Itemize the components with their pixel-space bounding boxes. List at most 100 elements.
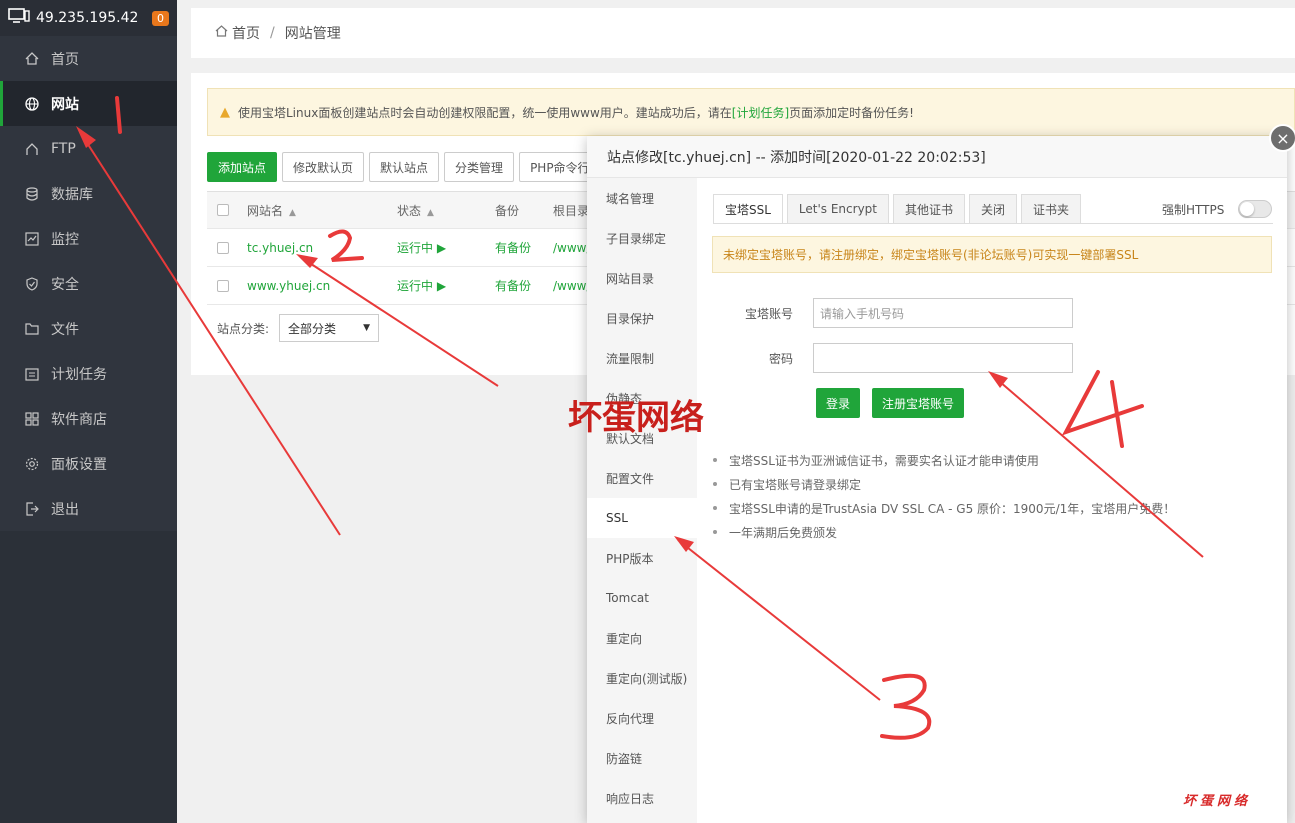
password-row: 密码 [713,343,1073,373]
modal-nav-item[interactable]: 反向代理 [587,698,697,738]
modal-nav-item[interactable]: PHP版本 [587,538,697,578]
list-item: 已有宝塔账号请登录绑定 [713,472,1175,496]
cron-link[interactable]: [计划任务] [732,104,789,121]
modal-nav-item[interactable]: 目录保护 [587,298,697,338]
sidebar-item-10[interactable]: 退出 [0,486,177,531]
sidebar-item-6[interactable]: 文件 [0,306,177,351]
col-status[interactable]: 状态 ▲ [397,202,495,219]
sidebar-item-0[interactable]: 首页 [0,36,177,81]
sidebar-item-9[interactable]: 面板设置 [0,441,177,486]
account-row: 宝塔账号 请输入手机号码 [713,298,1073,328]
modal-nav-item[interactable]: 重定向 [587,618,697,658]
sort-icon: ▲ [289,207,296,218]
tab-cert-folder[interactable]: 证书夹 [1021,194,1082,224]
col-name[interactable]: 网站名 ▲ [247,202,397,219]
modal-nav-item[interactable]: 配置文件 [587,458,697,498]
tab-other-cert[interactable]: 其他证书 [893,194,966,224]
row-checkbox[interactable] [217,279,229,292]
ssl-notes: 宝塔SSL证书为亚洲诚信证书，需要实名认证才能申请使用 已有宝塔账号请登录绑定 … [713,448,1175,544]
password-label: 密码 [768,351,793,366]
password-input[interactable] [813,343,1073,373]
sidebar-item-label: 计划任务 [51,366,107,383]
site-status[interactable]: 运行中 ▶ [397,239,495,256]
modal-nav-item[interactable]: 响应日志 [587,778,697,818]
site-name-link[interactable]: www.yhuej.cn [247,279,397,293]
site-name-link[interactable]: tc.yhuej.cn [247,241,397,255]
add-site-button[interactable]: 添加站点 [207,152,278,182]
ssl-warning: 未绑定宝塔账号，请注册绑定，绑定宝塔账号(非论坛账号)可实现一键部署SSL [712,236,1272,273]
notification-badge[interactable]: 0 [152,10,169,26]
monitor-icon [8,7,30,29]
category-select[interactable]: 全部分类 ▼ [279,314,380,342]
account-input[interactable]: 请输入手机号码 [813,298,1073,328]
sidebar-item-2[interactable]: FTP [0,126,177,171]
breadcrumb-home[interactable]: 首页 [232,23,260,43]
home-icon [215,25,228,41]
sidebar-item-label: 监控 [51,231,79,248]
calendar-icon [24,366,40,382]
register-button[interactable]: 注册宝塔账号 [872,388,965,418]
sidebar-item-4[interactable]: 监控 [0,216,177,261]
sidebar-item-label: 退出 [51,501,79,518]
list-item: 一年满期后免费颁发 [713,520,1175,544]
warning-icon: ▲ [220,104,230,120]
force-https-label: 强制HTTPS [1162,202,1225,217]
list-item: 宝塔SSL证书为亚洲诚信证书，需要实名认证才能申请使用 [713,448,1175,472]
col-backup: 备份 [495,203,520,218]
ftp-icon [24,141,40,157]
modal-nav-item[interactable]: 子目录绑定 [587,218,697,258]
modal-nav: 域名管理 子目录绑定 网站目录 目录保护 流量限制 伪静态 默认文档 配置文件 SSL PHP版本… [587,178,697,823]
site-status[interactable]: 运行中 ▶ [397,277,495,294]
tab-close[interactable]: 关闭 [969,194,1018,224]
site-backup[interactable]: 有备份 [495,239,553,256]
grid-icon [24,411,40,427]
shield-icon [24,276,40,292]
edit-default-page-button[interactable]: 修改默认页 [282,152,365,182]
category-manage-button[interactable]: 分类管理 [444,152,515,182]
tab-lets-encrypt[interactable]: Let's Encrypt [786,194,889,224]
sidebar-item-label: FTP [51,140,76,157]
breadcrumb: 首页 / 网站管理 [191,8,1295,58]
force-https-toggle[interactable] [1238,200,1273,218]
sidebar-item-label: 数据库 [51,186,93,203]
sidebar-footer [0,537,177,823]
home-icon [24,51,40,67]
category-filter: 站点分类: 全部分类 ▼ [217,314,380,342]
modal-nav-item[interactable]: Tomcat [587,578,697,618]
globe-icon [24,96,40,112]
force-https: 强制HTTPS [1162,194,1273,224]
watermark-small: 坏蛋网络 [1183,794,1252,809]
default-site-button[interactable]: 默认站点 [369,152,440,182]
server-ip: 49.235.195.42 [36,10,139,26]
form-buttons: 登录 注册宝塔账号 [816,388,976,418]
sidebar-item-label: 安全 [51,276,79,293]
modal-nav-item[interactable]: 流量限制 [587,338,697,378]
site-toolbar: 添加站点 修改默认页 默认站点 分类管理 PHP命令行 [207,152,606,182]
warning-suffix: 页面添加定时备份任务! [789,105,914,120]
modal-nav-item[interactable]: 防盗链 [587,738,697,778]
breadcrumb-current: 网站管理 [284,26,341,42]
sidebar-item-label: 网站 [51,96,79,113]
database-icon [24,186,40,202]
ssl-content: 宝塔SSL Let's Encrypt 其他证书 关闭 证书夹 强制HTTPS … [697,178,1287,823]
sidebar-item-3[interactable]: 数据库 [0,171,177,216]
site-edit-modal: 站点修改[tc.yhuej.cn] -- 添加时间[2020-01-22 20:… [587,136,1287,823]
modal-nav-item[interactable]: 域名管理 [587,178,697,218]
modal-nav-item[interactable]: 重定向(测试版) [587,658,697,698]
tab-bt-ssl[interactable]: 宝塔SSL [713,194,783,224]
exit-icon [24,501,40,517]
sidebar-item-7[interactable]: 计划任务 [0,351,177,396]
select-all-checkbox[interactable] [217,204,229,216]
modal-nav-item[interactable]: SSL [587,498,697,538]
site-backup[interactable]: 有备份 [495,277,553,294]
warning-text: 使用宝塔Linux面板创建站点时会自动创建权限配置，统一使用www用户。建站成功… [238,105,732,120]
row-checkbox[interactable] [217,241,229,254]
breadcrumb-separator: / [270,25,275,41]
close-icon[interactable]: × [1269,124,1295,152]
chevron-down-icon: ▼ [363,323,371,333]
sidebar-item-8[interactable]: 软件商店 [0,396,177,441]
sidebar-item-1[interactable]: 网站 [0,81,177,126]
sidebar-item-5[interactable]: 安全 [0,261,177,306]
modal-nav-item[interactable]: 网站目录 [587,258,697,298]
login-button[interactable]: 登录 [816,388,861,418]
